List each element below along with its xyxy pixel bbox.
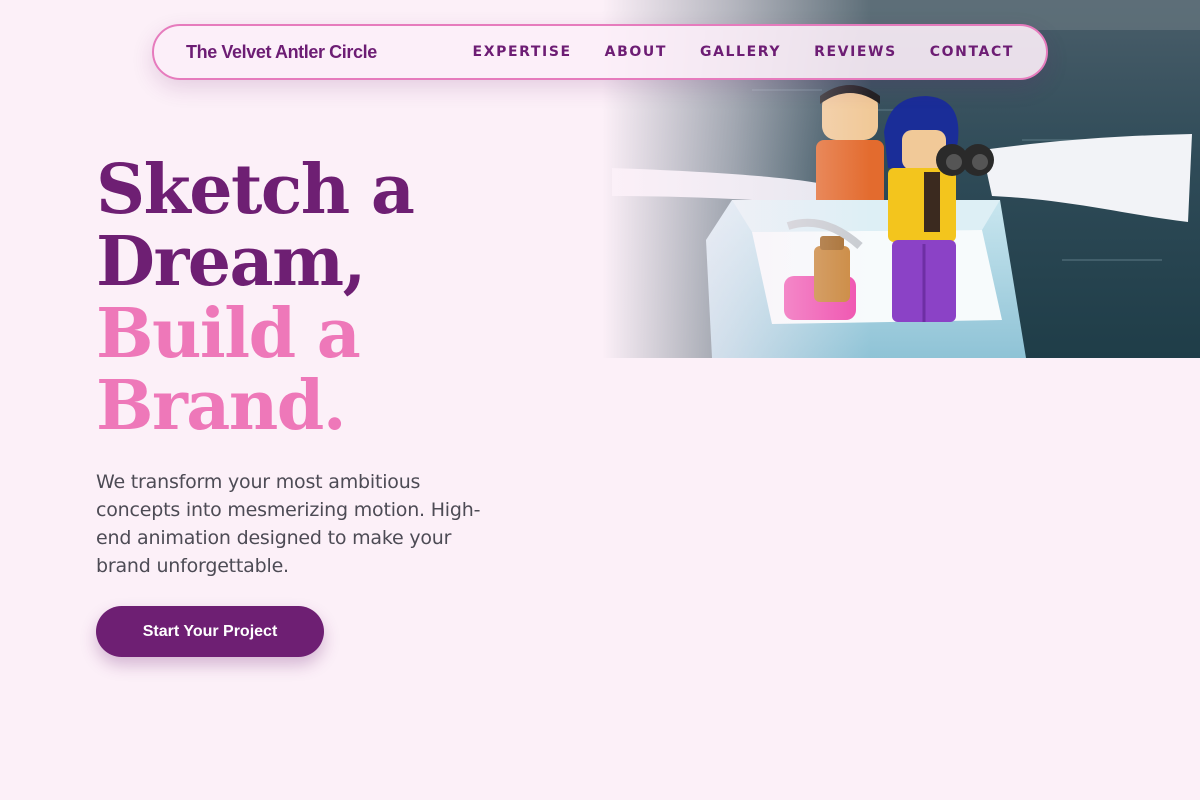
nav-link-about[interactable]: ABOUT bbox=[605, 44, 667, 60]
main-nav: The Velvet Antler Circle EXPERTISE ABOUT… bbox=[152, 24, 1048, 80]
hero-title-line-3: Build a bbox=[96, 294, 361, 374]
hero-title-line-4: Brand. bbox=[96, 366, 347, 446]
hero-title-line-1: Sketch a bbox=[96, 150, 415, 230]
hero-title-line-2: Dream, bbox=[96, 222, 366, 302]
nav-link-gallery[interactable]: GALLERY bbox=[700, 44, 781, 60]
brand-logo[interactable]: The Velvet Antler Circle bbox=[186, 42, 377, 63]
hero-description: We transform your most ambitious concept… bbox=[96, 471, 481, 577]
nav-link-contact[interactable]: CONTACT bbox=[930, 44, 1014, 60]
nav-links: EXPERTISE ABOUT GALLERY REVIEWS CONTACT bbox=[473, 44, 1014, 60]
landing-page: The Velvet Antler Circle EXPERTISE ABOUT… bbox=[0, 0, 1200, 800]
nav-link-expertise[interactable]: EXPERTISE bbox=[473, 44, 572, 60]
nav-link-reviews[interactable]: REVIEWS bbox=[814, 44, 897, 60]
start-project-button[interactable]: Start Your Project bbox=[96, 606, 324, 657]
hero-title: Sketch a Dream, Build a Brand. bbox=[96, 154, 576, 442]
